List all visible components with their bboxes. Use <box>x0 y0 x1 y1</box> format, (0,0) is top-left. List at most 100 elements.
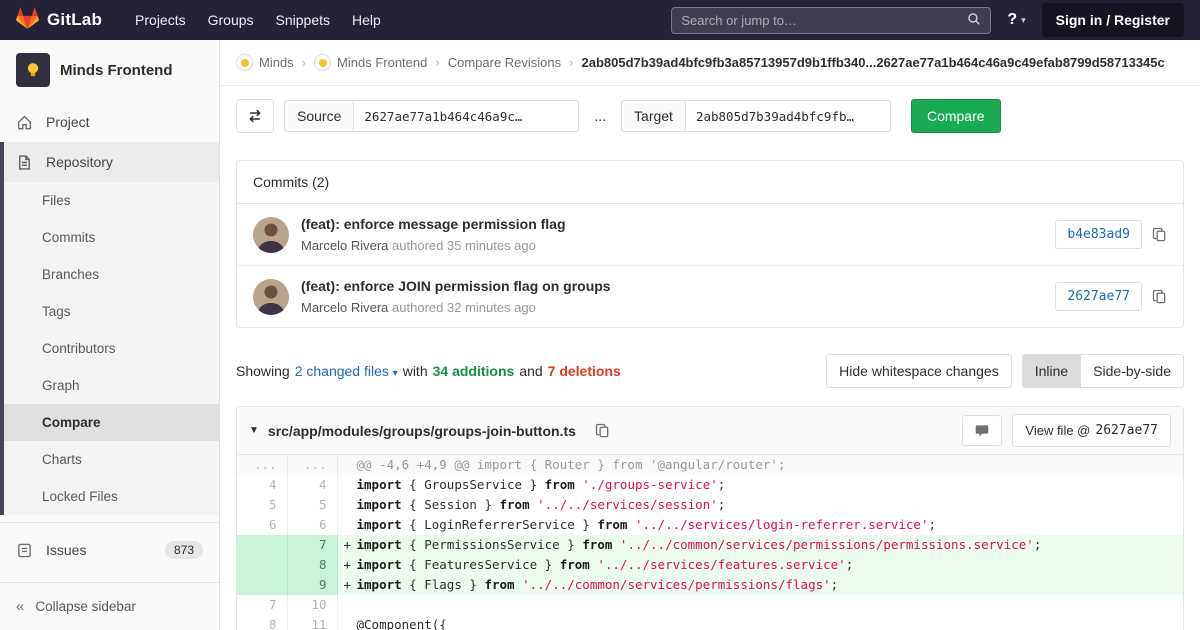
sidebar-item-locked-files[interactable]: Locked Files <box>4 478 219 515</box>
left-sidebar: Minds Frontend Project Repository FilesC… <box>0 40 220 630</box>
hide-whitespace-button[interactable]: Hide whitespace changes <box>826 354 1012 388</box>
commit-author-avatar <box>253 279 289 315</box>
diff-line-ctx: 55import { Session } from '../../service… <box>237 495 1183 515</box>
diff-line-ctx: 710 <box>237 595 1183 615</box>
diff-file-panel: ▼ src/app/modules/groups/groups-join-but… <box>236 406 1184 630</box>
diff-code-cell: +import { Flags } from '../../common/ser… <box>337 575 1183 595</box>
swap-revisions-button[interactable] <box>236 99 274 133</box>
new-line-number[interactable]: 7 <box>287 535 337 555</box>
global-search[interactable] <box>671 7 991 34</box>
sidebar-item-issues[interactable]: Issues 873 <box>0 530 219 570</box>
gitlab-logo-link[interactable]: GitLab <box>16 7 102 33</box>
diff-mode-toggle: Inline Side-by-side <box>1022 354 1184 388</box>
old-line-number[interactable]: 6 <box>237 515 287 535</box>
new-line-number[interactable]: 4 <box>287 475 337 495</box>
old-line-number[interactable]: 5 <box>237 495 287 515</box>
new-line-number[interactable]: 11 <box>287 615 337 630</box>
project-header[interactable]: Minds Frontend <box>0 40 219 98</box>
commit-sha-button[interactable]: 2627ae77 <box>1055 282 1142 311</box>
new-line-number[interactable]: 9 <box>287 575 337 595</box>
project-avatar-small <box>314 54 331 71</box>
breadcrumb: Minds › Minds Frontend › Compare Revisio… <box>220 40 1200 86</box>
inline-view-button[interactable]: Inline <box>1022 354 1081 388</box>
old-line-number[interactable] <box>237 575 287 595</box>
commit-sha-button[interactable]: b4e83ad9 <box>1055 220 1142 249</box>
copy-file-path-button[interactable] <box>595 423 610 438</box>
old-line-number[interactable]: 4 <box>237 475 287 495</box>
sidebar-item-project[interactable]: Project <box>0 102 219 142</box>
old-line-number[interactable] <box>237 535 287 555</box>
sidebar-item-tags[interactable]: Tags <box>4 293 219 330</box>
diff-line-ctx: 811@Component({ <box>237 615 1183 630</box>
new-line-number[interactable]: 6 <box>287 515 337 535</box>
sidebar-item-charts[interactable]: Charts <box>4 441 219 478</box>
commit-authored-time: authored 35 minutes ago <box>392 238 536 253</box>
nav-link-groups[interactable]: Groups <box>197 2 265 38</box>
target-ref-input[interactable] <box>686 100 891 132</box>
home-icon <box>16 114 33 131</box>
diff-code-cell: +import { FeaturesService } from '../../… <box>337 555 1183 575</box>
breadcrumb-project-link[interactable]: Minds Frontend <box>314 54 427 71</box>
file-path-link[interactable]: src/app/modules/groups/groups-join-butto… <box>268 423 576 439</box>
commit-list: (feat): enforce message permission flag M… <box>237 204 1183 327</box>
sidebar-item-commits[interactable]: Commits <box>4 219 219 256</box>
copy-sha-button[interactable] <box>1152 227 1167 242</box>
project-avatar <box>16 53 50 87</box>
top-navbar: GitLab ProjectsGroupsSnippetsHelp ? ▾ Si… <box>0 0 1200 40</box>
help-menu[interactable]: ? ▾ <box>1007 11 1025 29</box>
collapse-sidebar-button[interactable]: « Collapse sidebar <box>0 582 219 630</box>
view-file-button[interactable]: View file @ 2627ae77 <box>1012 414 1171 447</box>
new-line-number[interactable]: 8 <box>287 555 337 575</box>
diff-line-add: 7+import { PermissionsService } from '..… <box>237 535 1183 555</box>
old-line-number[interactable]: 7 <box>237 595 287 615</box>
repository-subnav: FilesCommitsBranchesTagsContributorsGrap… <box>4 182 219 515</box>
source-label: Source <box>284 100 354 132</box>
sidebar-item-graph[interactable]: Graph <box>4 367 219 404</box>
diff-table-body: ......@@ -4,6 +4,9 @@ import { Router } … <box>237 455 1183 630</box>
commit-author-link[interactable]: Marcelo Rivera <box>301 300 388 315</box>
commit-author-avatar <box>253 217 289 253</box>
side-by-side-view-button[interactable]: Side-by-side <box>1081 354 1184 388</box>
gitlab-tanuki-icon <box>16 7 39 33</box>
collapse-file-icon[interactable]: ▼ <box>249 425 259 436</box>
nav-link-help[interactable]: Help <box>341 2 392 38</box>
nav-link-snippets[interactable]: Snippets <box>265 2 341 38</box>
copy-sha-button[interactable] <box>1152 289 1167 304</box>
new-line-number[interactable]: 10 <box>287 595 337 615</box>
commit-author-link[interactable]: Marcelo Rivera <box>301 238 388 253</box>
sidebar-item-files[interactable]: Files <box>4 182 219 219</box>
sidebar-item-repository[interactable]: Repository <box>4 142 219 182</box>
old-line-number[interactable]: ... <box>237 455 287 475</box>
sidebar-item-contributors[interactable]: Contributors <box>4 330 219 367</box>
commit-title-link[interactable]: (feat): enforce message permission flag <box>301 216 1055 232</box>
old-line-number[interactable] <box>237 555 287 575</box>
diff-code-cell <box>337 595 1183 615</box>
sidebar-item-compare[interactable]: Compare <box>4 404 219 441</box>
diff-code-cell: @Component({ <box>337 615 1183 630</box>
search-input[interactable] <box>681 13 967 28</box>
commits-panel: Commits (2) (feat): enforce message perm… <box>236 160 1184 328</box>
copy-icon <box>1152 289 1167 304</box>
issues-count-badge: 873 <box>165 541 203 559</box>
breadcrumb-current-range: 2ab805d7b39ad4bfc9fb3a85713957d9b1ffb340… <box>581 55 1164 70</box>
changed-files-dropdown[interactable]: 2 changed files ▾ <box>295 363 398 379</box>
toggle-comments-button[interactable] <box>962 415 1002 446</box>
sidebar-nav: Project Repository FilesCommitsBranchesT… <box>0 98 219 582</box>
sidebar-item-branches[interactable]: Branches <box>4 256 219 293</box>
sign-in-button[interactable]: Sign in / Register <box>1042 3 1184 37</box>
commit-title-link[interactable]: (feat): enforce JOIN permission flag on … <box>301 278 1055 294</box>
breadcrumb-compare-link[interactable]: Compare Revisions <box>448 55 561 70</box>
diff-view-controls: Hide whitespace changes Inline Side-by-s… <box>826 354 1184 388</box>
breadcrumb-group-link[interactable]: Minds <box>236 54 294 71</box>
diff-table: ......@@ -4,6 +4,9 @@ import { Router } … <box>237 455 1183 630</box>
commit-row: (feat): enforce JOIN permission flag on … <box>237 265 1183 327</box>
new-line-number[interactable]: ... <box>287 455 337 475</box>
compare-button[interactable]: Compare <box>911 99 1001 133</box>
source-ref-input[interactable] <box>354 100 579 132</box>
diff-code-cell: import { GroupsService } from './groups-… <box>337 475 1183 495</box>
diff-line-ctx: 44import { GroupsService } from './group… <box>237 475 1183 495</box>
old-line-number[interactable]: 8 <box>237 615 287 630</box>
new-line-number[interactable]: 5 <box>287 495 337 515</box>
nav-link-projects[interactable]: Projects <box>124 2 197 38</box>
diff-line-add: 9+import { Flags } from '../../common/se… <box>237 575 1183 595</box>
